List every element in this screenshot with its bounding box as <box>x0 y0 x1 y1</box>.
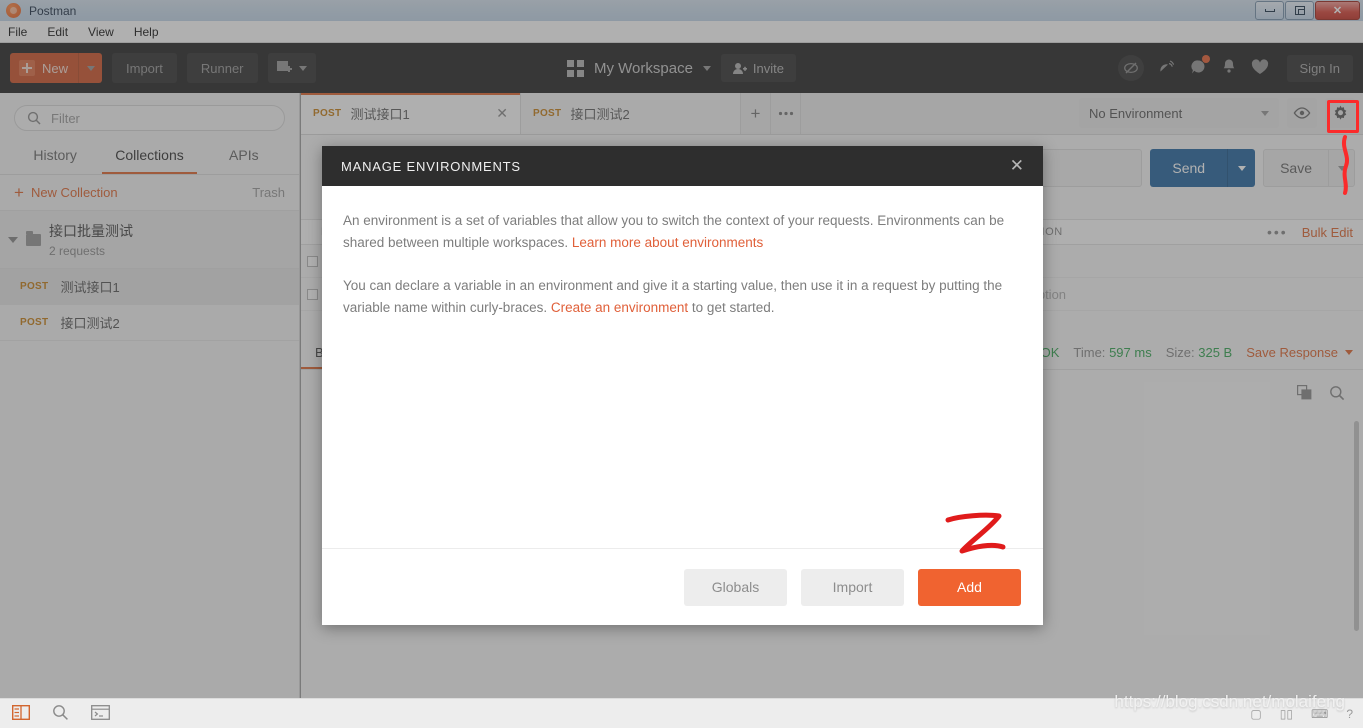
modal-body: An environment is a set of variables tha… <box>322 186 1043 319</box>
close-icon[interactable]: ✕ <box>1010 156 1024 176</box>
globals-button[interactable]: Globals <box>684 568 787 606</box>
search-icon[interactable] <box>52 704 69 724</box>
modal-header: MANAGE ENVIRONMENTS ✕ <box>322 146 1043 186</box>
console-icon[interactable] <box>91 704 110 723</box>
create-environment-link[interactable]: Create an environment <box>551 300 688 315</box>
import-button[interactable]: Import <box>801 568 904 606</box>
modal-paragraph-2-suffix: to get started. <box>688 299 775 315</box>
sidebar-toggle-icon[interactable] <box>11 704 31 723</box>
help-icon[interactable]: ? <box>1346 707 1353 721</box>
learn-more-link[interactable]: Learn more about environments <box>572 235 763 250</box>
add-button[interactable]: Add <box>918 568 1021 606</box>
postman-app-window: Postman ✕ File Edit View Help New Import… <box>0 0 1363 728</box>
manage-environments-modal: MANAGE ENVIRONMENTS ✕ An environment is … <box>322 146 1043 625</box>
modal-paragraph-2: You can declare a variable in an environ… <box>343 275 1022 320</box>
modal-paragraph-1: An environment is a set of variables tha… <box>343 210 1022 255</box>
modal-title: MANAGE ENVIRONMENTS <box>341 158 521 174</box>
modal-footer: Globals Import Add <box>322 548 1043 625</box>
watermark-text: https://blog.csdn.net/molaifeng <box>1114 692 1345 711</box>
